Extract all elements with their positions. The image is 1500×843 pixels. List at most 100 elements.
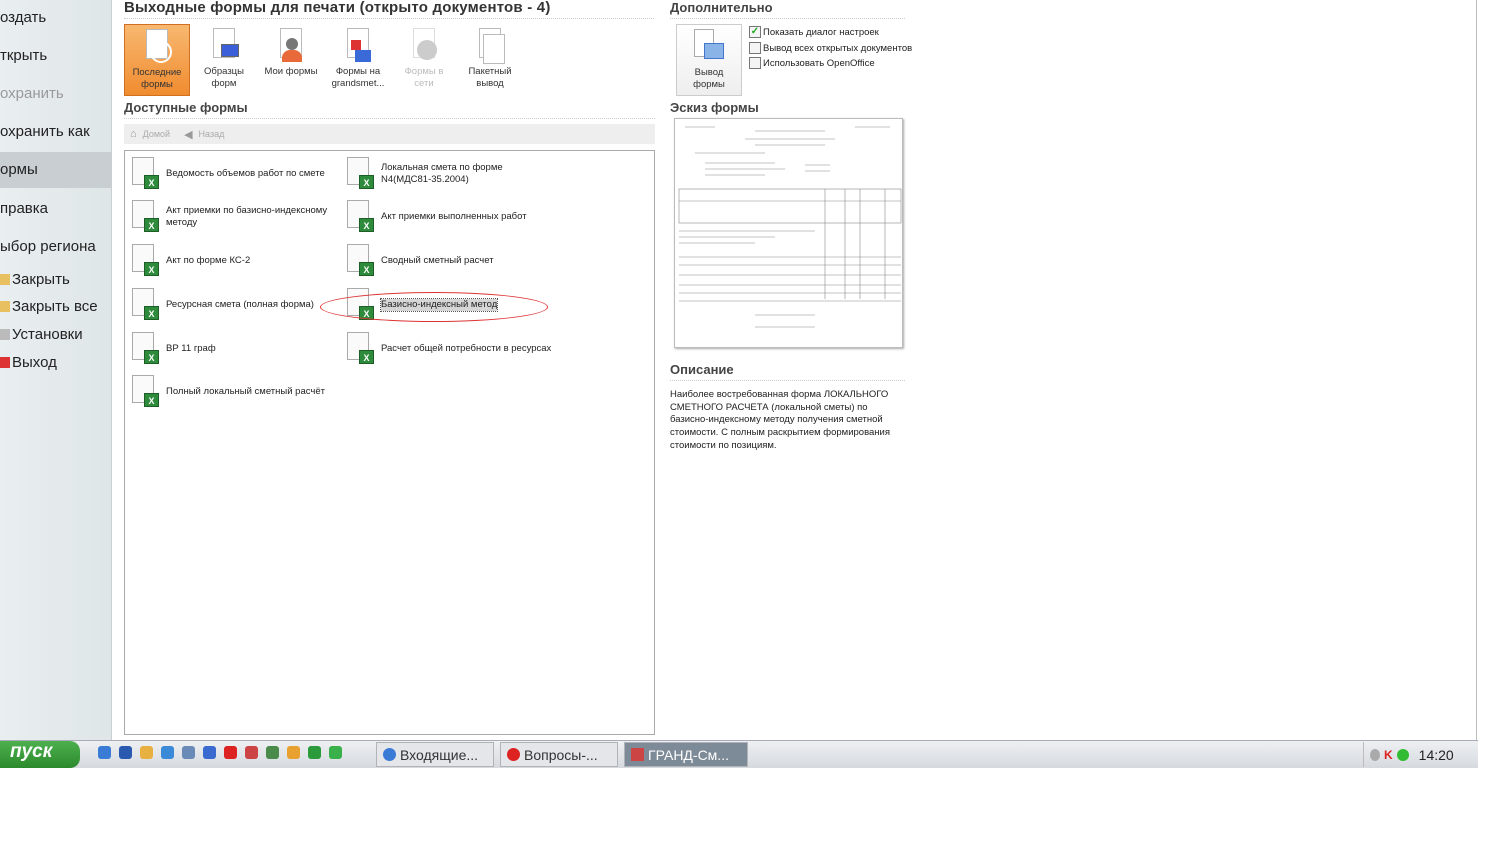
table-output-icon	[694, 29, 724, 65]
description-heading: Описание	[670, 362, 905, 381]
form-item[interactable]: X ВР 11 граф	[130, 332, 340, 366]
checkbox[interactable]	[749, 57, 761, 69]
excel-form-icon: X	[130, 200, 162, 234]
sidebar-item-save-as[interactable]: охранить как	[0, 123, 90, 140]
recent-forms-button[interactable]: Последние формы	[124, 24, 190, 96]
task-opera[interactable]: Вопросы-...	[500, 742, 618, 767]
form-item[interactable]: X Акт приемки выполненных работ	[345, 200, 555, 234]
excel-form-icon: X	[345, 332, 377, 366]
label: вывод	[476, 78, 504, 89]
network-icon[interactable]	[1396, 748, 1409, 761]
quick-launch-icon[interactable]	[308, 746, 321, 759]
quick-launch-icon[interactable]	[287, 746, 300, 759]
form-label: Акт по форме КС-2	[166, 255, 251, 266]
sidebar-item-exit[interactable]: Выход	[0, 354, 57, 371]
form-item[interactable]: X Акт по форме КС-2	[130, 244, 340, 278]
folder-icon	[0, 274, 10, 285]
label: Использовать OpenOffice	[763, 57, 875, 69]
user-icon	[274, 26, 308, 64]
start-button[interactable]: пуск	[0, 741, 80, 768]
quick-launch-icon[interactable]	[161, 746, 174, 759]
excel-form-icon: X	[130, 157, 162, 191]
sidebar-item-help[interactable]: правка	[0, 200, 48, 217]
sidebar-item-forms[interactable]: ормы	[0, 152, 112, 188]
mail-icon	[383, 748, 396, 761]
form-item[interactable]: X Полный локальный сметный расчёт	[130, 375, 340, 409]
quick-launch-icon[interactable]	[329, 746, 342, 759]
checkbox[interactable]	[749, 42, 761, 54]
back-icon[interactable]: ◀	[184, 128, 192, 141]
label: Мои формы	[264, 66, 318, 77]
sidebar-item-open[interactable]: ткрыть	[0, 47, 47, 64]
home-icon[interactable]: ⌂	[130, 128, 137, 140]
label: Пакетный	[468, 66, 512, 77]
preview-heading: Эскиз формы	[670, 100, 759, 115]
form-item[interactable]: X Ведомость объемов работ по смете	[130, 157, 340, 191]
form-item[interactable]: X Сводный сметный расчет	[345, 244, 555, 278]
label: Выход	[12, 354, 57, 371]
quick-launch-icon[interactable]	[182, 746, 195, 759]
quick-launch-icon[interactable]	[119, 746, 132, 759]
label: форм	[211, 78, 237, 89]
excel-form-icon: X	[345, 244, 377, 278]
quick-launch-icon[interactable]	[266, 746, 279, 759]
excel-form-icon: X	[130, 375, 162, 409]
sidebar-item-close[interactable]: Закрыть	[0, 271, 70, 288]
label: ГРАНД-См...	[648, 746, 729, 763]
antivirus-icon[interactable]: K	[1384, 748, 1393, 762]
checkbox-show-dialog[interactable]: ✓ Показать диалог настроек	[749, 26, 879, 38]
label: Вывод всех открытых документов	[763, 42, 913, 54]
form-label: Акт приемки по базисно-индексному методу	[166, 205, 328, 228]
quick-launch-icon[interactable]	[203, 746, 216, 759]
label: Формы в	[404, 66, 444, 77]
excel-form-icon: X	[345, 200, 377, 234]
label: Закрыть	[12, 271, 70, 288]
form-label: ВР 11 граф	[166, 343, 216, 354]
label: Формы на	[335, 66, 381, 77]
blocks-icon	[341, 26, 375, 64]
checkbox-all-docs[interactable]: Вывод всех открытых документов	[749, 42, 912, 54]
available-forms-heading: Доступные формы	[124, 100, 655, 119]
form-item[interactable]: X Ресурсная смета (полная форма)	[130, 288, 340, 322]
back-link[interactable]: Назад	[199, 129, 225, 139]
form-samples-button[interactable]: Образцы форм	[191, 24, 257, 96]
sidebar-item-region[interactable]: ыбор региона	[0, 238, 96, 255]
label: Показать диалог настроек	[763, 26, 879, 38]
quick-launch-icon[interactable]	[98, 746, 111, 759]
label: сети	[414, 78, 434, 89]
globe-icon	[407, 26, 441, 64]
form-label: Полный локальный сметный расчёт	[166, 386, 325, 397]
sidebar-item-settings[interactable]: Установки	[0, 326, 83, 343]
label: grandsmet...	[331, 78, 385, 89]
quick-launch-icon[interactable]	[245, 746, 258, 759]
sidebar-item-save[interactable]: охранить	[0, 85, 64, 102]
form-item[interactable]: X Локальная смета по форме N4(МДС81-35.20…	[345, 157, 555, 191]
task-grand-smeta[interactable]: ГРАНД-См...	[624, 742, 748, 767]
form-item[interactable]: X Акт приемки по базисно-индексному метод…	[130, 200, 340, 234]
excel-form-icon: X	[345, 157, 377, 191]
grandsmeta-forms-button[interactable]: Формы на grandsmet...	[325, 24, 391, 96]
batch-output-button[interactable]: Пакетный вывод	[457, 24, 523, 96]
quick-launch-icon[interactable]	[224, 746, 237, 759]
form-label: Ресурсная смета (полная форма)	[166, 299, 314, 310]
form-label: Локальная смета по форме N4(МДС81-35.200…	[381, 162, 503, 185]
home-link[interactable]: Домой	[143, 129, 170, 139]
form-label: Ведомость объемов работ по смете	[166, 168, 325, 179]
exit-icon	[0, 357, 10, 368]
checkbox-openoffice[interactable]: Использовать OpenOffice	[749, 57, 875, 69]
label: Образцы	[204, 66, 244, 77]
tray-icon[interactable]	[1370, 748, 1380, 761]
label: формы	[693, 79, 725, 90]
output-form-button[interactable]: Вывод формы	[676, 24, 742, 96]
folder-icon	[0, 301, 10, 312]
form-item[interactable]: X Расчет общей потребности в ресурсах	[345, 332, 555, 366]
sidebar-item-create[interactable]: оздать	[0, 9, 46, 26]
label: Вывод	[694, 67, 724, 78]
network-forms-button[interactable]: Формы в сети	[391, 24, 457, 96]
checkbox[interactable]: ✓	[749, 26, 761, 38]
sidebar-item-close-all[interactable]: Закрыть все	[0, 298, 98, 315]
my-forms-button[interactable]: Мои формы	[258, 24, 324, 96]
task-inbox[interactable]: Входящие...	[376, 742, 494, 767]
quick-launch-icon[interactable]	[140, 746, 153, 759]
form-label: Сводный сметный расчет	[381, 255, 494, 266]
